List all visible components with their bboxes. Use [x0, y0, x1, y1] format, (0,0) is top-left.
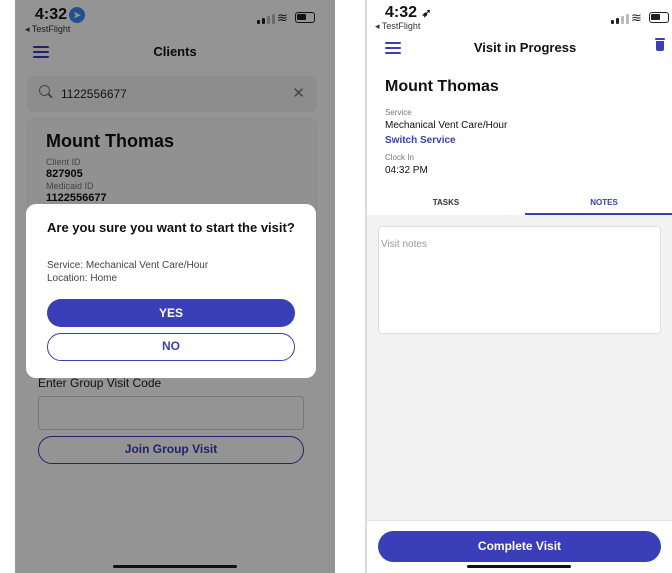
yes-button[interactable]: YES — [47, 299, 295, 327]
app-header: Visit in Progress — [367, 34, 672, 64]
status-time-text: 4:32 — [385, 4, 418, 21]
wifi-icon: ≋ — [631, 10, 642, 25]
home-indicator — [113, 565, 237, 568]
signal-bar — [626, 14, 629, 24]
page-title: Visit in Progress — [473, 40, 577, 55]
visit-notes-placeholder: Visit notes — [381, 239, 427, 250]
signal-bar — [616, 18, 619, 24]
switch-service-link[interactable]: Switch Service — [385, 135, 456, 146]
no-button[interactable]: NO — [47, 333, 295, 361]
home-indicator — [467, 565, 571, 568]
tab-bar: TASKS NOTES — [367, 190, 672, 215]
tab-notes[interactable]: NOTES — [525, 190, 672, 215]
dialog-title: Are you sure you want to start the visit… — [47, 220, 295, 235]
service-label: Service — [385, 108, 412, 117]
complete-visit-button[interactable]: Complete Visit — [378, 531, 661, 562]
service-value: Mechanical Vent Care/Hour — [385, 120, 508, 131]
signal-icon — [611, 20, 614, 24]
status-time: 4:32 ➶ — [385, 4, 432, 22]
dialog-location: Location: Home — [47, 273, 118, 284]
clock-in-value: 04:32 PM — [385, 165, 428, 176]
status-icons: ≋ — [611, 10, 671, 25]
location-arrow-icon: ➶ — [421, 6, 432, 20]
dialog-service: Service: Mechanical Vent Care/Hour — [47, 260, 209, 271]
signal-bar — [621, 16, 624, 24]
start-visit-dialog: Are you sure you want to start the visit… — [26, 204, 316, 378]
clients-screen: 4:32 ➤ ◂ TestFlight ≋ Clients 1122556677 … — [15, 0, 335, 573]
trash-icon[interactable] — [655, 38, 665, 52]
client-name: Mount Thomas — [385, 78, 499, 95]
clock-in-label: Clock In — [385, 153, 414, 162]
battery-icon — [649, 12, 669, 23]
testflight-back-link[interactable]: ◂ TestFlight — [375, 21, 420, 32]
tab-tasks[interactable]: TASKS — [367, 190, 525, 215]
status-bar: 4:32 ➶ ◂ TestFlight ≋ — [367, 0, 672, 36]
visit-in-progress-screen: 4:32 ➶ ◂ TestFlight ≋ Visit in Progress … — [365, 0, 672, 573]
